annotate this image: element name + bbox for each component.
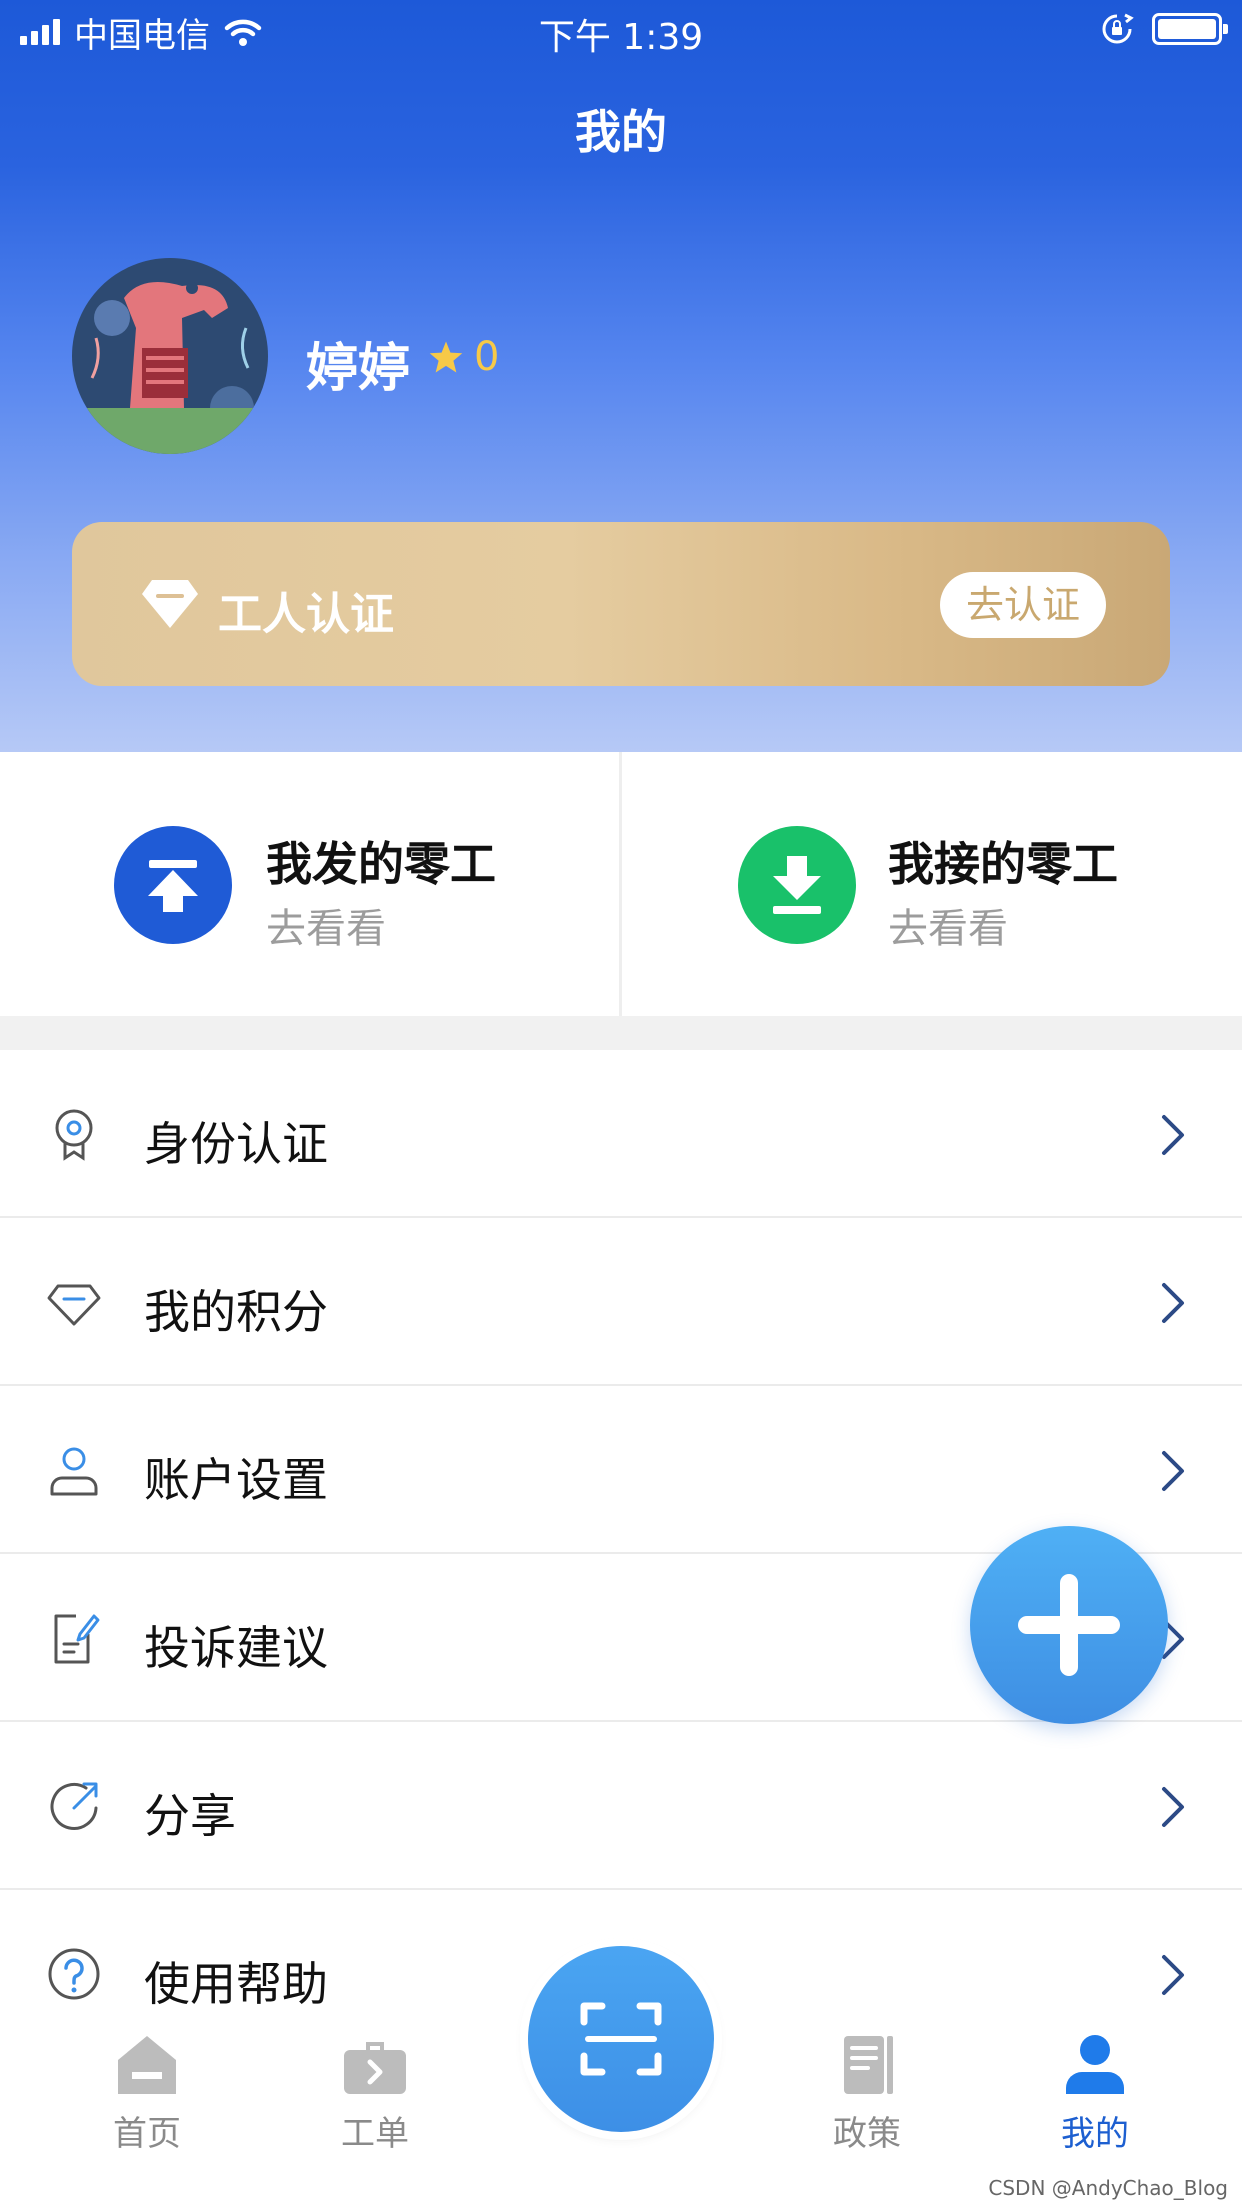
menu-label: 身份认证 [144,1117,328,1171]
diamond-icon [47,1284,101,1326]
document-edit-icon [54,1614,100,1664]
scan-icon [580,2002,662,2076]
rotation-lock-icon [1102,13,1134,44]
plus-icon-vertical [1060,1574,1078,1676]
tab-home[interactable]: 首页 [67,2030,227,2155]
watermark: CSDN @AndyChao_Blog [988,2176,1228,2200]
upload-icon [114,826,232,944]
tab-mine[interactable]: 我的 [1015,2030,1175,2155]
profile-icon [1066,2035,1124,2094]
home-icon [118,2036,176,2094]
menu-label: 账户设置 [144,1453,328,1507]
menu-label: 分享 [144,1789,236,1843]
jobs-section: 我发的零工 去看看 我接的零工 去看看 [0,752,1242,1016]
tab-label: 我的 [1061,2114,1129,2154]
menu-label: 投诉建议 [144,1621,328,1675]
battery-icon [1152,13,1228,45]
job-title: 我接的零工 [888,837,1118,891]
job-subtitle: 去看看 [888,906,1008,952]
download-icon [738,826,856,944]
chevron-right-icon [1162,1955,1184,1995]
user-points: 0 [428,334,499,380]
star-icon [429,341,463,373]
chevron-right-icon [1162,1787,1184,1827]
tab-policy[interactable]: 政策 [787,2030,947,2155]
chevron-right-icon [1162,1451,1184,1491]
chevron-right-icon [1162,1115,1184,1155]
certification-label: 工人认证 [218,589,394,640]
help-icon [48,1948,100,2000]
status-bar: 中国电信 下午 1:39 [0,0,1242,62]
add-button[interactable] [970,1526,1168,1724]
points-value: 0 [474,334,500,380]
menu-item-identity-verification[interactable]: 身份认证 [0,1050,1242,1218]
job-subtitle: 去看看 [266,906,386,952]
diamond-icon [142,580,198,628]
status-time: 下午 1:39 [538,17,704,58]
menu-label: 我的积分 [144,1285,328,1339]
book-icon [844,2036,893,2094]
status-bar-right [1100,12,1228,46]
go-certify-button[interactable]: 去认证 [940,572,1106,638]
section-separator [0,1016,1242,1050]
job-title: 我发的零工 [266,837,496,891]
tab-label: 首页 [113,2114,181,2154]
chevron-right-icon [1162,1283,1184,1323]
tab-label: 政策 [833,2114,901,2154]
worker-certification-card[interactable]: 工人认证 去认证 [72,522,1170,686]
page-title: 我的 [575,105,667,159]
tab-label: 工单 [341,2114,409,2154]
share-icon [50,1782,98,1830]
scan-button[interactable] [528,1946,714,2132]
my-accepted-jobs[interactable]: 我接的零工 去看看 [622,752,1242,1016]
my-posted-jobs[interactable]: 我发的零工 去看看 [0,752,620,1016]
badge-icon [55,1109,93,1161]
menu-label: 使用帮助 [144,1957,328,2011]
user-icon [50,1447,98,1496]
avatar[interactable] [72,258,268,454]
menu-item-my-points[interactable]: 我的积分 [0,1218,1242,1386]
menu-item-share[interactable]: 分享 [0,1722,1242,1890]
tab-work-orders[interactable]: 工单 [295,2030,455,2155]
briefcase-icon [344,2042,406,2094]
user-name: 婷婷 [306,339,411,399]
